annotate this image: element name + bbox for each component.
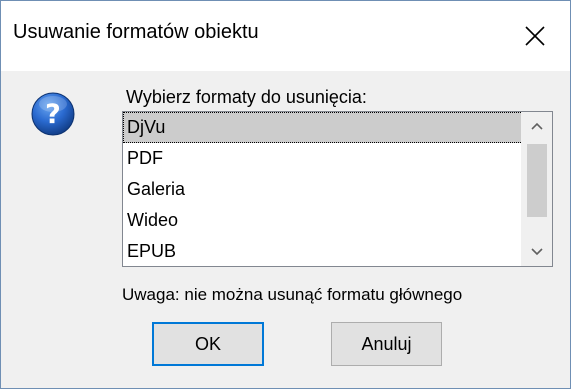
window-title: Usuwanie formatów obiektu — [13, 21, 259, 43]
list-item-galeria[interactable]: Galeria — [123, 174, 523, 205]
scroll-down-button[interactable] — [522, 238, 552, 266]
chevron-up-icon — [531, 122, 543, 130]
dialog-window: Usuwanie formatów obiektu ? Wybierz form… — [0, 0, 571, 389]
formats-listbox[interactable]: DjVu PDF Galeria Wideo EPUB — [122, 111, 553, 267]
list-item-epub[interactable]: EPUB — [123, 236, 523, 266]
svg-text:?: ? — [45, 99, 61, 130]
note-label: Uwaga: nie można usunąć formatu głównego — [122, 285, 463, 304]
close-icon — [525, 26, 545, 46]
title-bar[interactable]: Usuwanie formatów obiektu — [1, 1, 570, 71]
prompt-label: Wybierz formaty do usunięcia: — [126, 87, 367, 107]
list-item-pdf[interactable]: PDF — [123, 143, 523, 174]
cancel-button[interactable]: Anuluj — [331, 322, 442, 366]
close-button[interactable] — [500, 1, 570, 71]
ok-button[interactable]: OK — [152, 322, 264, 366]
chevron-down-icon — [531, 248, 543, 256]
dialog-content: ? Wybierz formaty do usunięcia: DjVu PDF… — [1, 71, 570, 388]
scroll-thumb[interactable] — [527, 144, 547, 217]
list-item-wideo[interactable]: Wideo — [123, 205, 523, 236]
question-icon: ? — [31, 92, 75, 136]
formats-list: DjVu PDF Galeria Wideo EPUB — [123, 112, 523, 266]
list-item-djvu[interactable]: DjVu — [123, 112, 523, 143]
vertical-scrollbar[interactable] — [521, 112, 552, 266]
scroll-up-button[interactable] — [522, 112, 552, 140]
